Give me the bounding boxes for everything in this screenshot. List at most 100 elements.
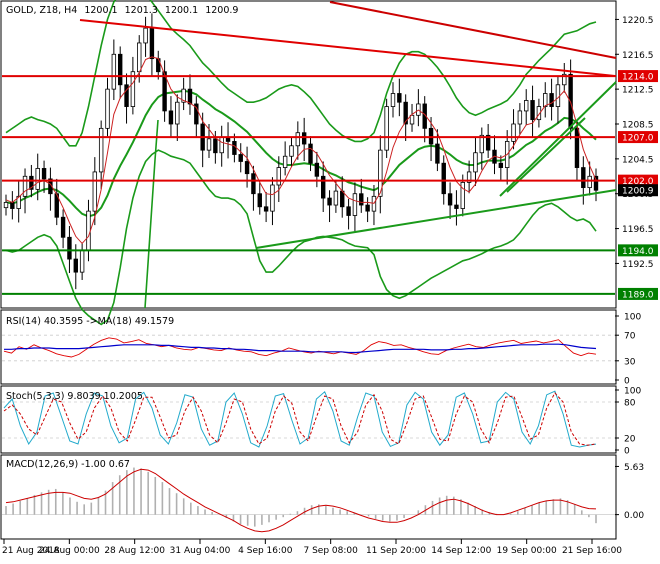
candle-body [498, 162, 504, 168]
candle-body [232, 141, 237, 155]
candle-body [543, 93, 548, 107]
candle-body [187, 88, 193, 105]
candle-body [314, 162, 320, 177]
stoch-title: Stoch(5,3,3) 9.8039 10.2005 [6, 391, 143, 402]
candle-body [98, 127, 104, 173]
candle-body [60, 216, 66, 238]
candle-body [149, 27, 155, 60]
price-y-tick-label: 1204.5 [622, 155, 654, 165]
stoch-y-tick-label: 80 [624, 399, 636, 409]
rsi-y-tick-label: 70 [624, 332, 636, 342]
candle-body [137, 42, 142, 73]
macd-y-tick-label: 5.63 [624, 463, 644, 473]
candle-body [435, 143, 440, 164]
price-y-tick-label: 1208.5 [622, 121, 654, 131]
level-label: 1207.0 [622, 134, 654, 144]
stoch-y-tick-label: 100 [624, 387, 641, 397]
current-price-label: 1200.9 [622, 187, 654, 197]
candle-body [359, 193, 364, 206]
candle-body [206, 138, 212, 151]
candle-body [22, 175, 28, 197]
rsi-y-tick-label: 30 [624, 357, 636, 367]
candle-body [35, 168, 40, 190]
candle-body [460, 181, 465, 209]
candle-body [111, 53, 117, 90]
rsi-y-tick-label: 0 [624, 377, 630, 387]
candle-body [511, 123, 516, 142]
candle-body [143, 27, 148, 44]
candle-body [86, 210, 91, 251]
x-tick-label: 11 Sep 20:00 [366, 546, 426, 556]
candle-body [175, 101, 180, 125]
rsi-title: RSI(14) 40.3595 ->MA(18) 49.1579 [6, 316, 174, 327]
candle-body [390, 93, 396, 107]
level-label: 1214.0 [622, 73, 654, 83]
candle-body [168, 110, 174, 125]
candle-body [441, 162, 446, 195]
stoch-y-tick-label: 0 [624, 447, 630, 457]
candle-body [321, 175, 326, 199]
x-tick-label: 4 Sep 16:00 [238, 546, 293, 556]
candle-body [289, 145, 294, 157]
x-axis: 21 Aug 201824 Aug 00:00 28 Aug 12:00 31 Au… [2, 539, 622, 556]
trading-chart: 1192.51196.51200.51204.51208.51212.51216… [0, 0, 658, 556]
candle-body [473, 152, 478, 173]
candle-body [517, 110, 523, 125]
price-y-tick-label: 1212.5 [622, 86, 654, 96]
level-label: 1194.0 [622, 247, 654, 257]
candle-body [295, 132, 301, 147]
macd-title: MACD(12,26,9) -1.00 0.67 [6, 459, 130, 470]
candle-body [3, 202, 9, 209]
candle-body [447, 193, 453, 206]
candle-body [251, 173, 256, 195]
candle-body [346, 206, 351, 216]
stoch-y-tick-label: 20 [624, 435, 636, 445]
candle-body [308, 143, 313, 164]
candle-body [593, 175, 599, 191]
candle-body [73, 258, 78, 273]
candle-body [117, 53, 123, 86]
candle-body [301, 132, 307, 145]
x-tick-label: 14 Sep 12:00 [431, 546, 491, 556]
candle-body [67, 236, 72, 260]
candle-body [549, 93, 554, 107]
level-label: 1189.0 [622, 290, 654, 300]
candle-body [587, 175, 592, 189]
x-tick-label: 7 Sep 08:00 [303, 546, 358, 556]
candle-body [340, 190, 345, 208]
candle-body [327, 197, 332, 206]
candle-body [263, 206, 269, 212]
candle-body [397, 93, 402, 103]
price-y-tick-label: 1216.5 [622, 51, 654, 61]
chart-root: 1192.51196.51200.51204.51208.51212.51216… [0, 0, 660, 560]
x-tick-label: 21 Sep 16:00 [562, 546, 622, 556]
candle-body [213, 138, 218, 154]
candle-body [454, 204, 459, 209]
x-tick-label: 24 Aug 00:00 [39, 546, 100, 556]
x-tick-label: 28 Aug 12:00 [104, 546, 165, 556]
candle-body [10, 202, 15, 209]
candle-body [257, 193, 262, 208]
candle-body [574, 127, 580, 168]
x-tick-label: 31 Aug 04:00 [170, 546, 231, 556]
candle-body [270, 184, 275, 212]
candle-body [555, 84, 561, 107]
rsi-y-tick-label: 100 [624, 313, 641, 323]
price-y-tick-label: 1220.5 [622, 16, 654, 26]
candle-body [41, 168, 47, 180]
candle-body [409, 114, 415, 125]
candle-body [244, 161, 250, 175]
candle-body [92, 171, 98, 212]
price-y-tick-label: 1196.5 [622, 225, 654, 235]
candle-body [365, 204, 370, 212]
macd-y-tick-label: 0.00 [624, 511, 644, 521]
price-y-tick-label: 1192.5 [622, 260, 654, 270]
candle-body [219, 136, 224, 154]
candle-body [524, 100, 529, 112]
candle-body [530, 100, 535, 121]
candle-body [276, 167, 281, 186]
candle-body [105, 88, 110, 129]
candle-body [581, 167, 586, 189]
x-tick-label: 19 Sep 00:00 [497, 546, 557, 556]
candle-body [333, 190, 339, 206]
